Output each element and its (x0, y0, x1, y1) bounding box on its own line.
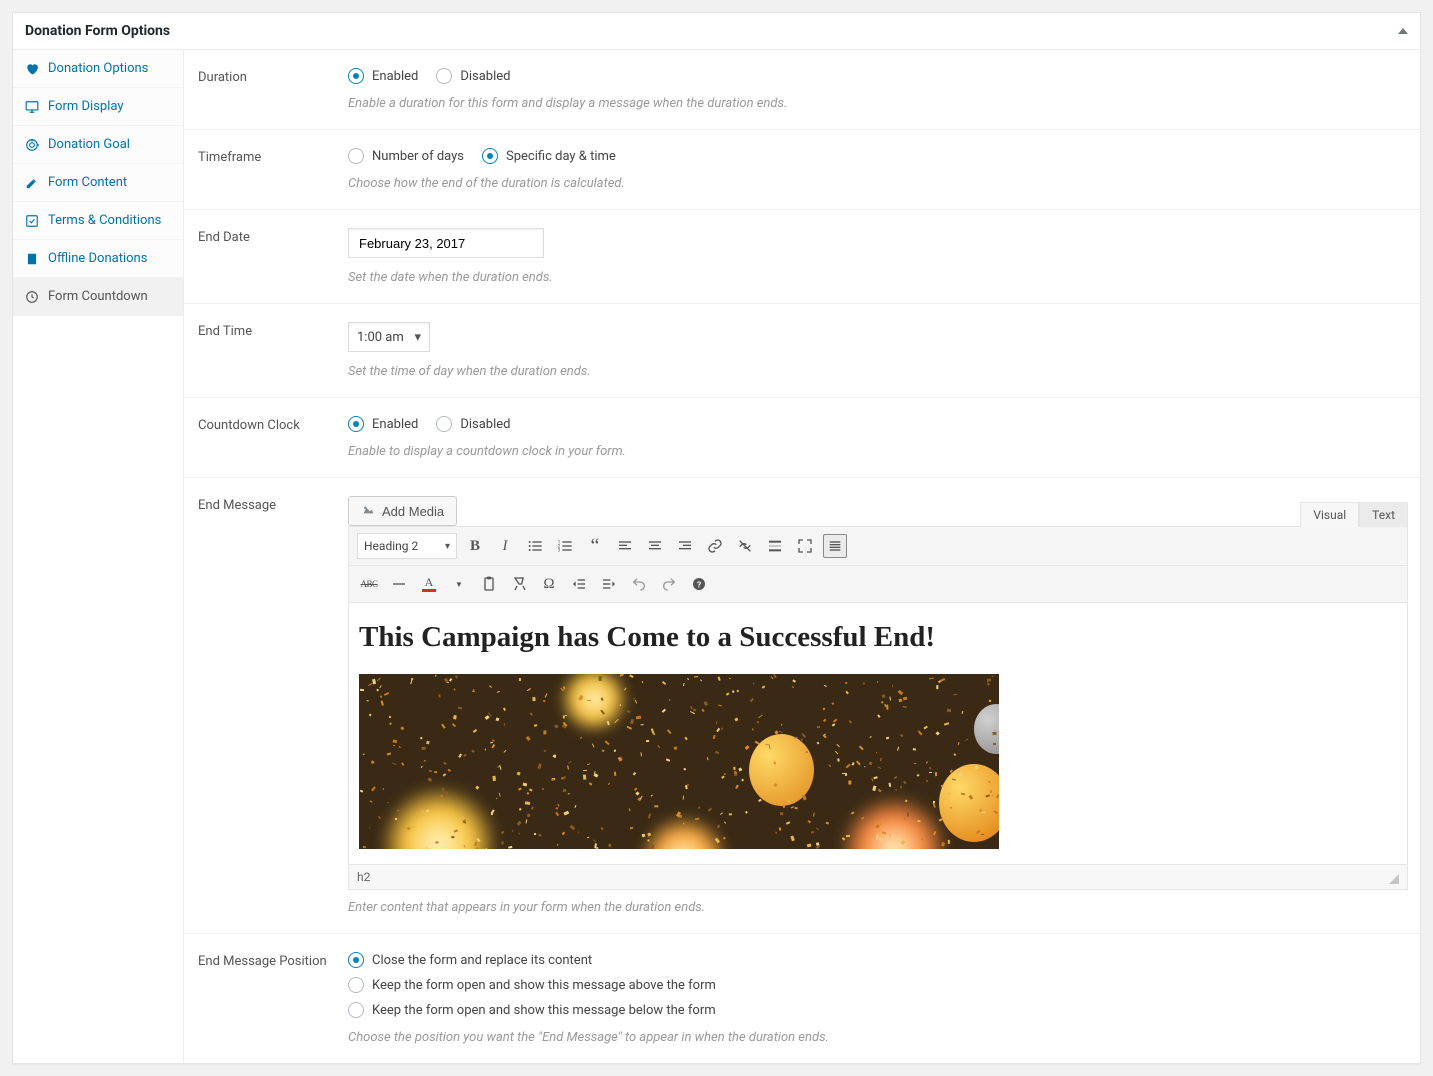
sidebar-item-donation-options[interactable]: Donation Options (13, 50, 183, 88)
settings-content: Duration Enabled Disabled Enable a durat… (184, 50, 1420, 1063)
countdown-label: Countdown Clock (198, 416, 348, 459)
tab-text[interactable]: Text (1359, 502, 1408, 527)
strikethrough-button[interactable]: ABC (357, 572, 381, 596)
position-hint: Choose the position you want the "End Me… (348, 1030, 1408, 1045)
target-icon (25, 138, 39, 152)
svg-text:3: 3 (558, 547, 561, 553)
indent-button[interactable] (597, 572, 621, 596)
help-button[interactable]: ? (687, 572, 711, 596)
sidebar-item-terms-conditions[interactable]: Terms & Conditions (13, 202, 183, 240)
tab-visual[interactable]: Visual (1300, 502, 1359, 527)
blockquote-button[interactable]: “ (583, 534, 607, 558)
text-color-button[interactable]: A (417, 572, 441, 596)
timeframe-specific-radio[interactable]: Specific day & time (482, 148, 616, 164)
timeframe-days-radio[interactable]: Number of days (348, 148, 464, 164)
clock-icon (25, 290, 39, 304)
end-date-input[interactable] (348, 228, 544, 258)
donation-form-options-metabox: Donation Form Options Donation Options F… (12, 12, 1421, 1064)
align-left-button[interactable] (613, 534, 637, 558)
format-select[interactable]: Heading 2 (357, 533, 457, 559)
numbered-list-button[interactable]: 123 (553, 534, 577, 558)
paste-text-button[interactable] (477, 572, 501, 596)
position-close-radio[interactable]: Close the form and replace its content (348, 952, 1408, 968)
duration-disabled-radio[interactable]: Disabled (436, 68, 510, 84)
redo-button[interactable] (657, 572, 681, 596)
settings-sidebar: Donation Options Form Display Donation G… (13, 50, 184, 1063)
align-center-button[interactable] (643, 534, 667, 558)
editor-canvas[interactable]: This Campaign has Come to a Successful E… (349, 603, 1407, 865)
clear-formatting-button[interactable] (507, 572, 531, 596)
check-square-icon (25, 214, 39, 228)
media-icon (361, 504, 376, 519)
fullscreen-button[interactable] (793, 534, 817, 558)
position-label: End Message Position (198, 952, 348, 1045)
heart-icon (25, 62, 39, 76)
sidebar-item-label: Form Content (48, 175, 127, 190)
resize-handle[interactable] (1389, 874, 1399, 884)
end-time-select[interactable]: 1:00 am (348, 322, 430, 352)
edit-icon (25, 176, 39, 190)
link-button[interactable] (703, 534, 727, 558)
special-char-button[interactable]: Ω (537, 572, 561, 596)
svg-text:?: ? (697, 580, 701, 590)
end-message-hint: Enter content that appears in your form … (348, 900, 1408, 915)
readmore-button[interactable] (763, 534, 787, 558)
italic-button[interactable]: I (493, 534, 517, 558)
unlink-button[interactable] (733, 534, 757, 558)
sidebar-item-offline-donations[interactable]: Offline Donations (13, 240, 183, 278)
end-time-label: End Time (198, 322, 348, 379)
timeframe-hint: Choose how the end of the duration is ca… (348, 176, 1408, 191)
countdown-enabled-radio[interactable]: Enabled (348, 416, 418, 432)
text-color-picker[interactable]: ▼ (447, 572, 471, 596)
monitor-icon (25, 100, 39, 114)
sidebar-item-label: Form Display (48, 99, 124, 114)
duration-enabled-radio[interactable]: Enabled (348, 68, 418, 84)
bold-button[interactable]: B (463, 534, 487, 558)
sidebar-item-form-countdown[interactable]: Form Countdown (13, 278, 183, 316)
end-date-hint: Set the date when the duration ends. (348, 270, 1408, 285)
end-message-label: End Message (198, 496, 348, 915)
outdent-button[interactable] (567, 572, 591, 596)
sidebar-item-label: Donation Goal (48, 137, 130, 152)
sidebar-item-donation-goal[interactable]: Donation Goal (13, 126, 183, 164)
sidebar-item-form-display[interactable]: Form Display (13, 88, 183, 126)
undo-button[interactable] (627, 572, 651, 596)
end-date-label: End Date (198, 228, 348, 285)
hr-button[interactable] (387, 572, 411, 596)
align-right-button[interactable] (673, 534, 697, 558)
sidebar-item-label: Donation Options (48, 61, 148, 76)
bullet-list-button[interactable] (523, 534, 547, 558)
editor-path: h2 (357, 870, 370, 884)
duration-label: Duration (198, 68, 348, 111)
toolbar-toggle-button[interactable] (823, 534, 847, 558)
countdown-disabled-radio[interactable]: Disabled (436, 416, 510, 432)
panel-title: Donation Form Options (25, 23, 170, 39)
editor-image[interactable]: // sprinkle confetti specks document.add… (359, 674, 999, 849)
countdown-hint: Enable to display a countdown clock in y… (348, 444, 1408, 459)
position-above-radio[interactable]: Keep the form open and show this message… (348, 977, 1408, 993)
duration-hint: Enable a duration for this form and disp… (348, 96, 1408, 111)
sidebar-item-label: Offline Donations (48, 251, 147, 266)
sidebar-item-form-content[interactable]: Form Content (13, 164, 183, 202)
add-media-button[interactable]: Add Media (348, 496, 457, 526)
editor-toolbar: Heading 2 B I 123 “ (348, 526, 1408, 890)
sidebar-item-label: Terms & Conditions (48, 213, 161, 228)
editor-heading: This Campaign has Come to a Successful E… (359, 621, 1397, 654)
timeframe-label: Timeframe (198, 148, 348, 191)
collapse-toggle[interactable] (1398, 28, 1408, 34)
sidebar-item-label: Form Countdown (48, 289, 148, 304)
end-time-hint: Set the time of day when the duration en… (348, 364, 1408, 379)
position-below-radio[interactable]: Keep the form open and show this message… (348, 1002, 1408, 1018)
page-icon (25, 252, 39, 266)
